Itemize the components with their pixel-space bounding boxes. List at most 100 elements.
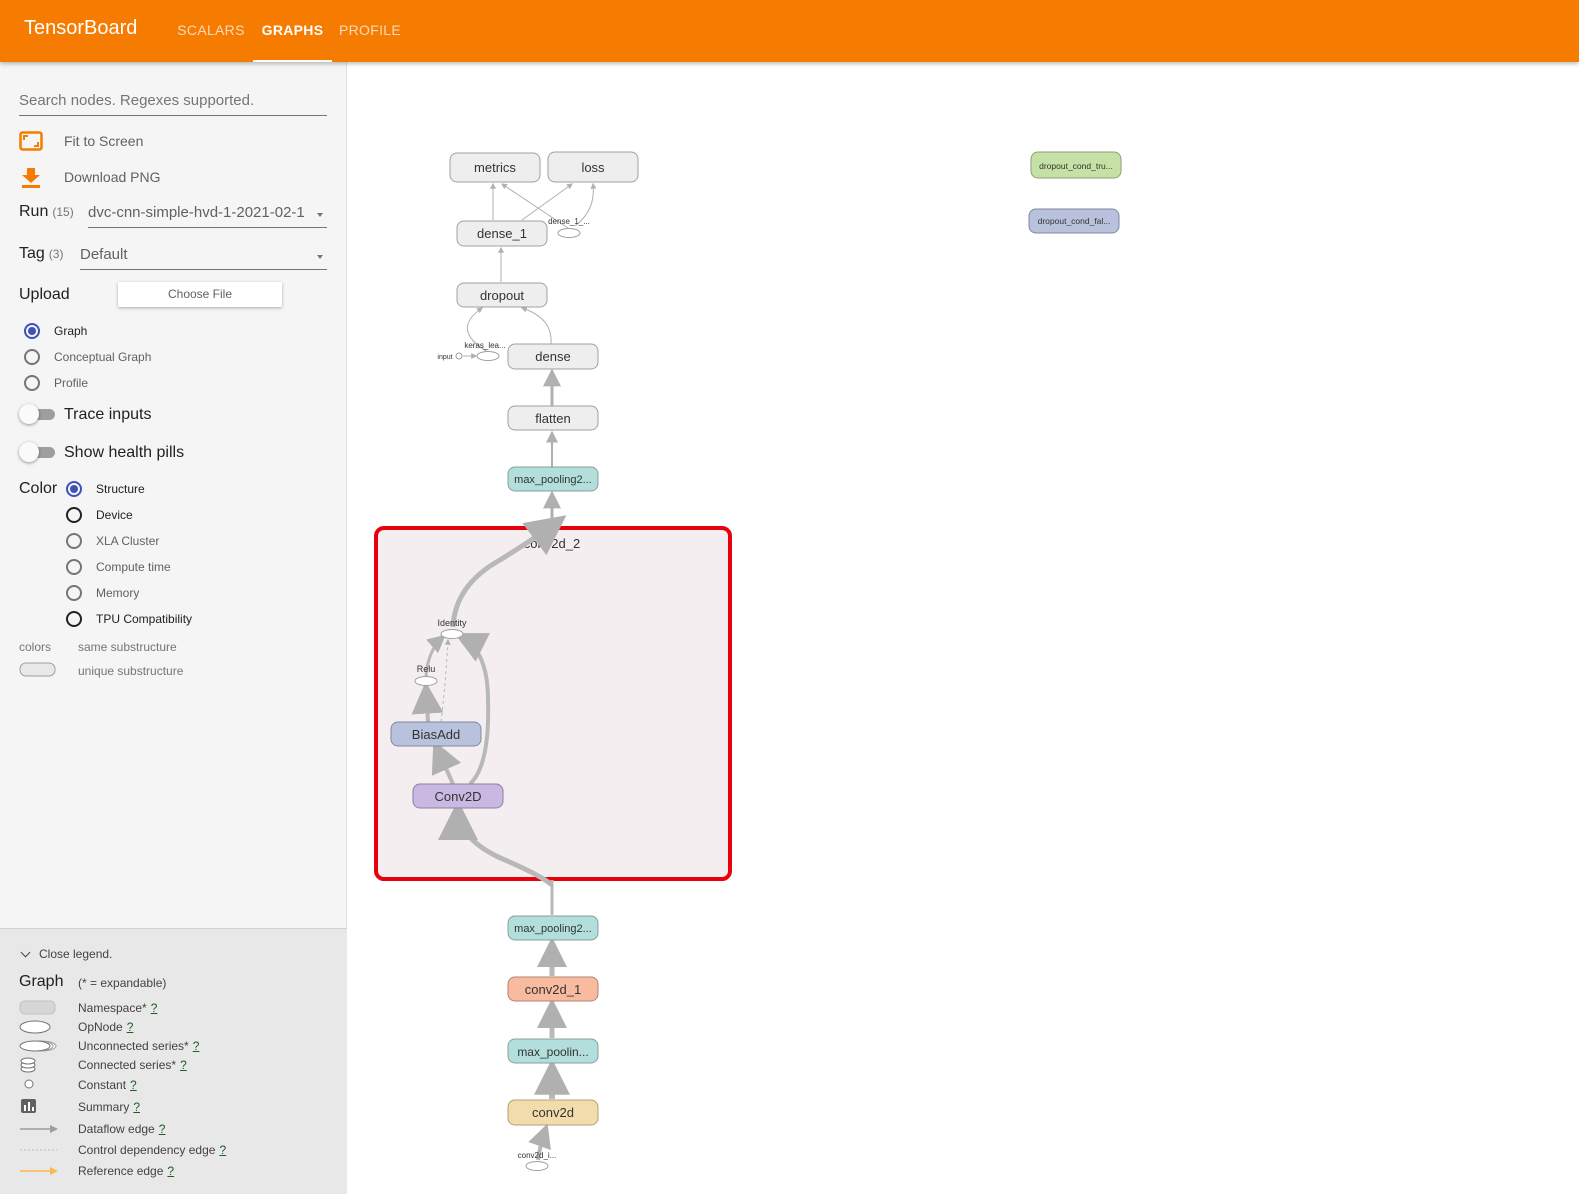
legend-subtitle: (* = expandable) <box>78 976 167 990</box>
radio-color-tpu[interactable]: TPU Compatibility <box>66 611 192 627</box>
constant-icon <box>24 1079 34 1089</box>
summary-icon <box>21 1099 36 1113</box>
legend-connected-series: Connected series*? <box>0 1055 347 1075</box>
download-icon <box>22 168 40 188</box>
node-dense-1-op[interactable]: dense_1_... <box>548 217 590 238</box>
fit-to-screen-button[interactable]: Fit to Screen <box>19 129 143 153</box>
svg-text:conv2d: conv2d <box>532 1105 574 1120</box>
node-dropout-cond-false[interactable]: dropout_cond_fal... <box>1028 208 1120 234</box>
svg-text:dropout: dropout <box>480 288 524 303</box>
chevron-down-icon <box>20 947 31 957</box>
radio-color-memory[interactable]: Memory <box>66 585 139 601</box>
same-substructure-label: same substructure <box>78 640 177 654</box>
legend-dataflow-edge: Dataflow edge? <box>0 1119 347 1139</box>
svg-text:max_poolin...: max_poolin... <box>517 1045 588 1059</box>
radio-graph-indicator <box>24 323 40 339</box>
help-link[interactable]: ? <box>133 1100 140 1114</box>
choose-file-button[interactable]: Choose File <box>118 282 282 307</box>
svg-text:flatten: flatten <box>535 411 570 426</box>
radio-color-compute-time[interactable]: Compute time <box>66 559 171 575</box>
upload-label: Upload <box>19 286 70 303</box>
tab-graphs[interactable]: GRAPHS <box>253 0 332 62</box>
download-png-label: Download PNG <box>64 169 161 185</box>
unconnected-series-icon <box>19 1040 57 1052</box>
radio-conceptual-graph[interactable]: Conceptual Graph <box>24 349 151 365</box>
namespace-conv2d-2-selected[interactable] <box>374 526 732 881</box>
svg-text:loss: loss <box>581 160 605 175</box>
fit-screen-icon <box>19 131 43 151</box>
trace-inputs-toggle[interactable] <box>19 403 57 425</box>
node-loss[interactable]: loss <box>547 151 639 183</box>
namespace-icon <box>19 1000 56 1015</box>
legend-summary: Summary? <box>0 1097 347 1117</box>
run-label: Run (15) <box>19 203 74 220</box>
node-dropout[interactable]: dropout <box>456 282 548 308</box>
node-biasadd[interactable]: BiasAdd <box>390 721 482 747</box>
tag-select[interactable]: Default <box>80 246 327 270</box>
top-app-bar: TensorBoard SCALARS GRAPHS PROFILE <box>0 0 1579 62</box>
svg-text:conv2d_1: conv2d_1 <box>525 982 581 997</box>
legend-opnode: OpNode? <box>0 1017 347 1037</box>
svg-text:BiasAdd: BiasAdd <box>412 727 460 742</box>
unique-substructure-swatch <box>19 662 56 677</box>
node-max-pooling-1[interactable]: max_pooling2... <box>507 915 599 941</box>
color-label: Color <box>19 480 58 497</box>
svg-text:Identity: Identity <box>437 618 467 628</box>
node-conv2d-input[interactable]: conv2d_i... <box>518 1151 557 1171</box>
graph-legend: Close legend. Graph (* = expandable) Nam… <box>0 928 347 1194</box>
help-link[interactable]: ? <box>219 1143 226 1157</box>
chevron-down-icon <box>317 255 323 259</box>
svg-text:dropout_cond_tru...: dropout_cond_tru... <box>1039 161 1113 171</box>
trace-inputs-label: Trace inputs <box>64 406 152 423</box>
chevron-down-icon <box>317 213 323 217</box>
svg-text:max_pooling2...: max_pooling2... <box>514 923 592 935</box>
fit-to-screen-label: Fit to Screen <box>64 133 144 149</box>
connected-series-icon <box>20 1057 36 1073</box>
health-pills-toggle[interactable] <box>19 441 57 463</box>
graph-svg[interactable]: conv2d_2 metrics loss dense_1 dense_1_..… <box>347 62 1579 1194</box>
tab-scalars[interactable]: SCALARS <box>170 0 252 62</box>
radio-profile-indicator <box>24 375 40 391</box>
legend-namespace: Namespace*? <box>0 998 347 1018</box>
close-legend-button[interactable]: Close legend. <box>20 947 112 961</box>
radio-profile[interactable]: Profile <box>24 375 88 391</box>
radio-graph[interactable]: Graph <box>24 323 87 339</box>
node-dense-1[interactable]: dense_1 <box>456 220 548 247</box>
dataflow-edge-icon <box>20 1125 58 1133</box>
legend-unconnected-series: Unconnected series*? <box>0 1036 347 1056</box>
node-input[interactable]: input <box>437 352 463 361</box>
search-nodes-input[interactable]: Search nodes. Regexes supported. <box>19 92 327 116</box>
help-link[interactable]: ? <box>130 1078 137 1092</box>
help-link[interactable]: ? <box>180 1058 187 1072</box>
help-link[interactable]: ? <box>151 1001 158 1015</box>
unique-substructure-label: unique substructure <box>78 664 184 678</box>
download-png-button[interactable]: Download PNG <box>19 165 161 189</box>
node-conv2d[interactable]: conv2d <box>507 1099 599 1126</box>
node-conv2d-1[interactable]: conv2d_1 <box>507 976 599 1002</box>
help-link[interactable]: ? <box>127 1020 134 1034</box>
node-metrics[interactable]: metrics <box>449 152 541 183</box>
help-link[interactable]: ? <box>167 1164 174 1178</box>
radio-color-structure[interactable]: Structure <box>66 481 145 497</box>
node-max-pooling-2[interactable]: max_pooling2... <box>507 466 599 492</box>
node-dropout-cond-true[interactable]: dropout_cond_tru... <box>1030 151 1122 179</box>
run-select[interactable]: dvc-cnn-simple-hvd-1-2021-02-1 <box>88 204 327 228</box>
svg-text:dense_1: dense_1 <box>477 226 527 241</box>
legend-constant: Constant? <box>0 1075 347 1095</box>
reference-edge-icon <box>20 1167 58 1175</box>
help-link[interactable]: ? <box>159 1122 166 1136</box>
radio-color-device[interactable]: Device <box>66 507 133 523</box>
radio-conceptual-indicator <box>24 349 40 365</box>
opnode-icon <box>19 1020 51 1034</box>
control-edge-icon <box>20 1149 57 1151</box>
node-max-pooling[interactable]: max_poolin... <box>507 1038 599 1064</box>
node-dense[interactable]: dense <box>507 343 599 370</box>
node-flatten[interactable]: flatten <box>507 405 599 431</box>
help-link[interactable]: ? <box>193 1039 200 1053</box>
node-conv2d-op[interactable]: Conv2D <box>412 783 504 809</box>
radio-color-xla-cluster[interactable]: XLA Cluster <box>66 533 159 549</box>
svg-text:dense_1_...: dense_1_... <box>548 217 590 226</box>
tab-profile[interactable]: PROFILE <box>334 0 406 62</box>
legend-control-edge: Control dependency edge? <box>0 1140 347 1160</box>
graph-canvas[interactable]: conv2d_2 metrics loss dense_1 dense_1_..… <box>347 62 1579 1194</box>
